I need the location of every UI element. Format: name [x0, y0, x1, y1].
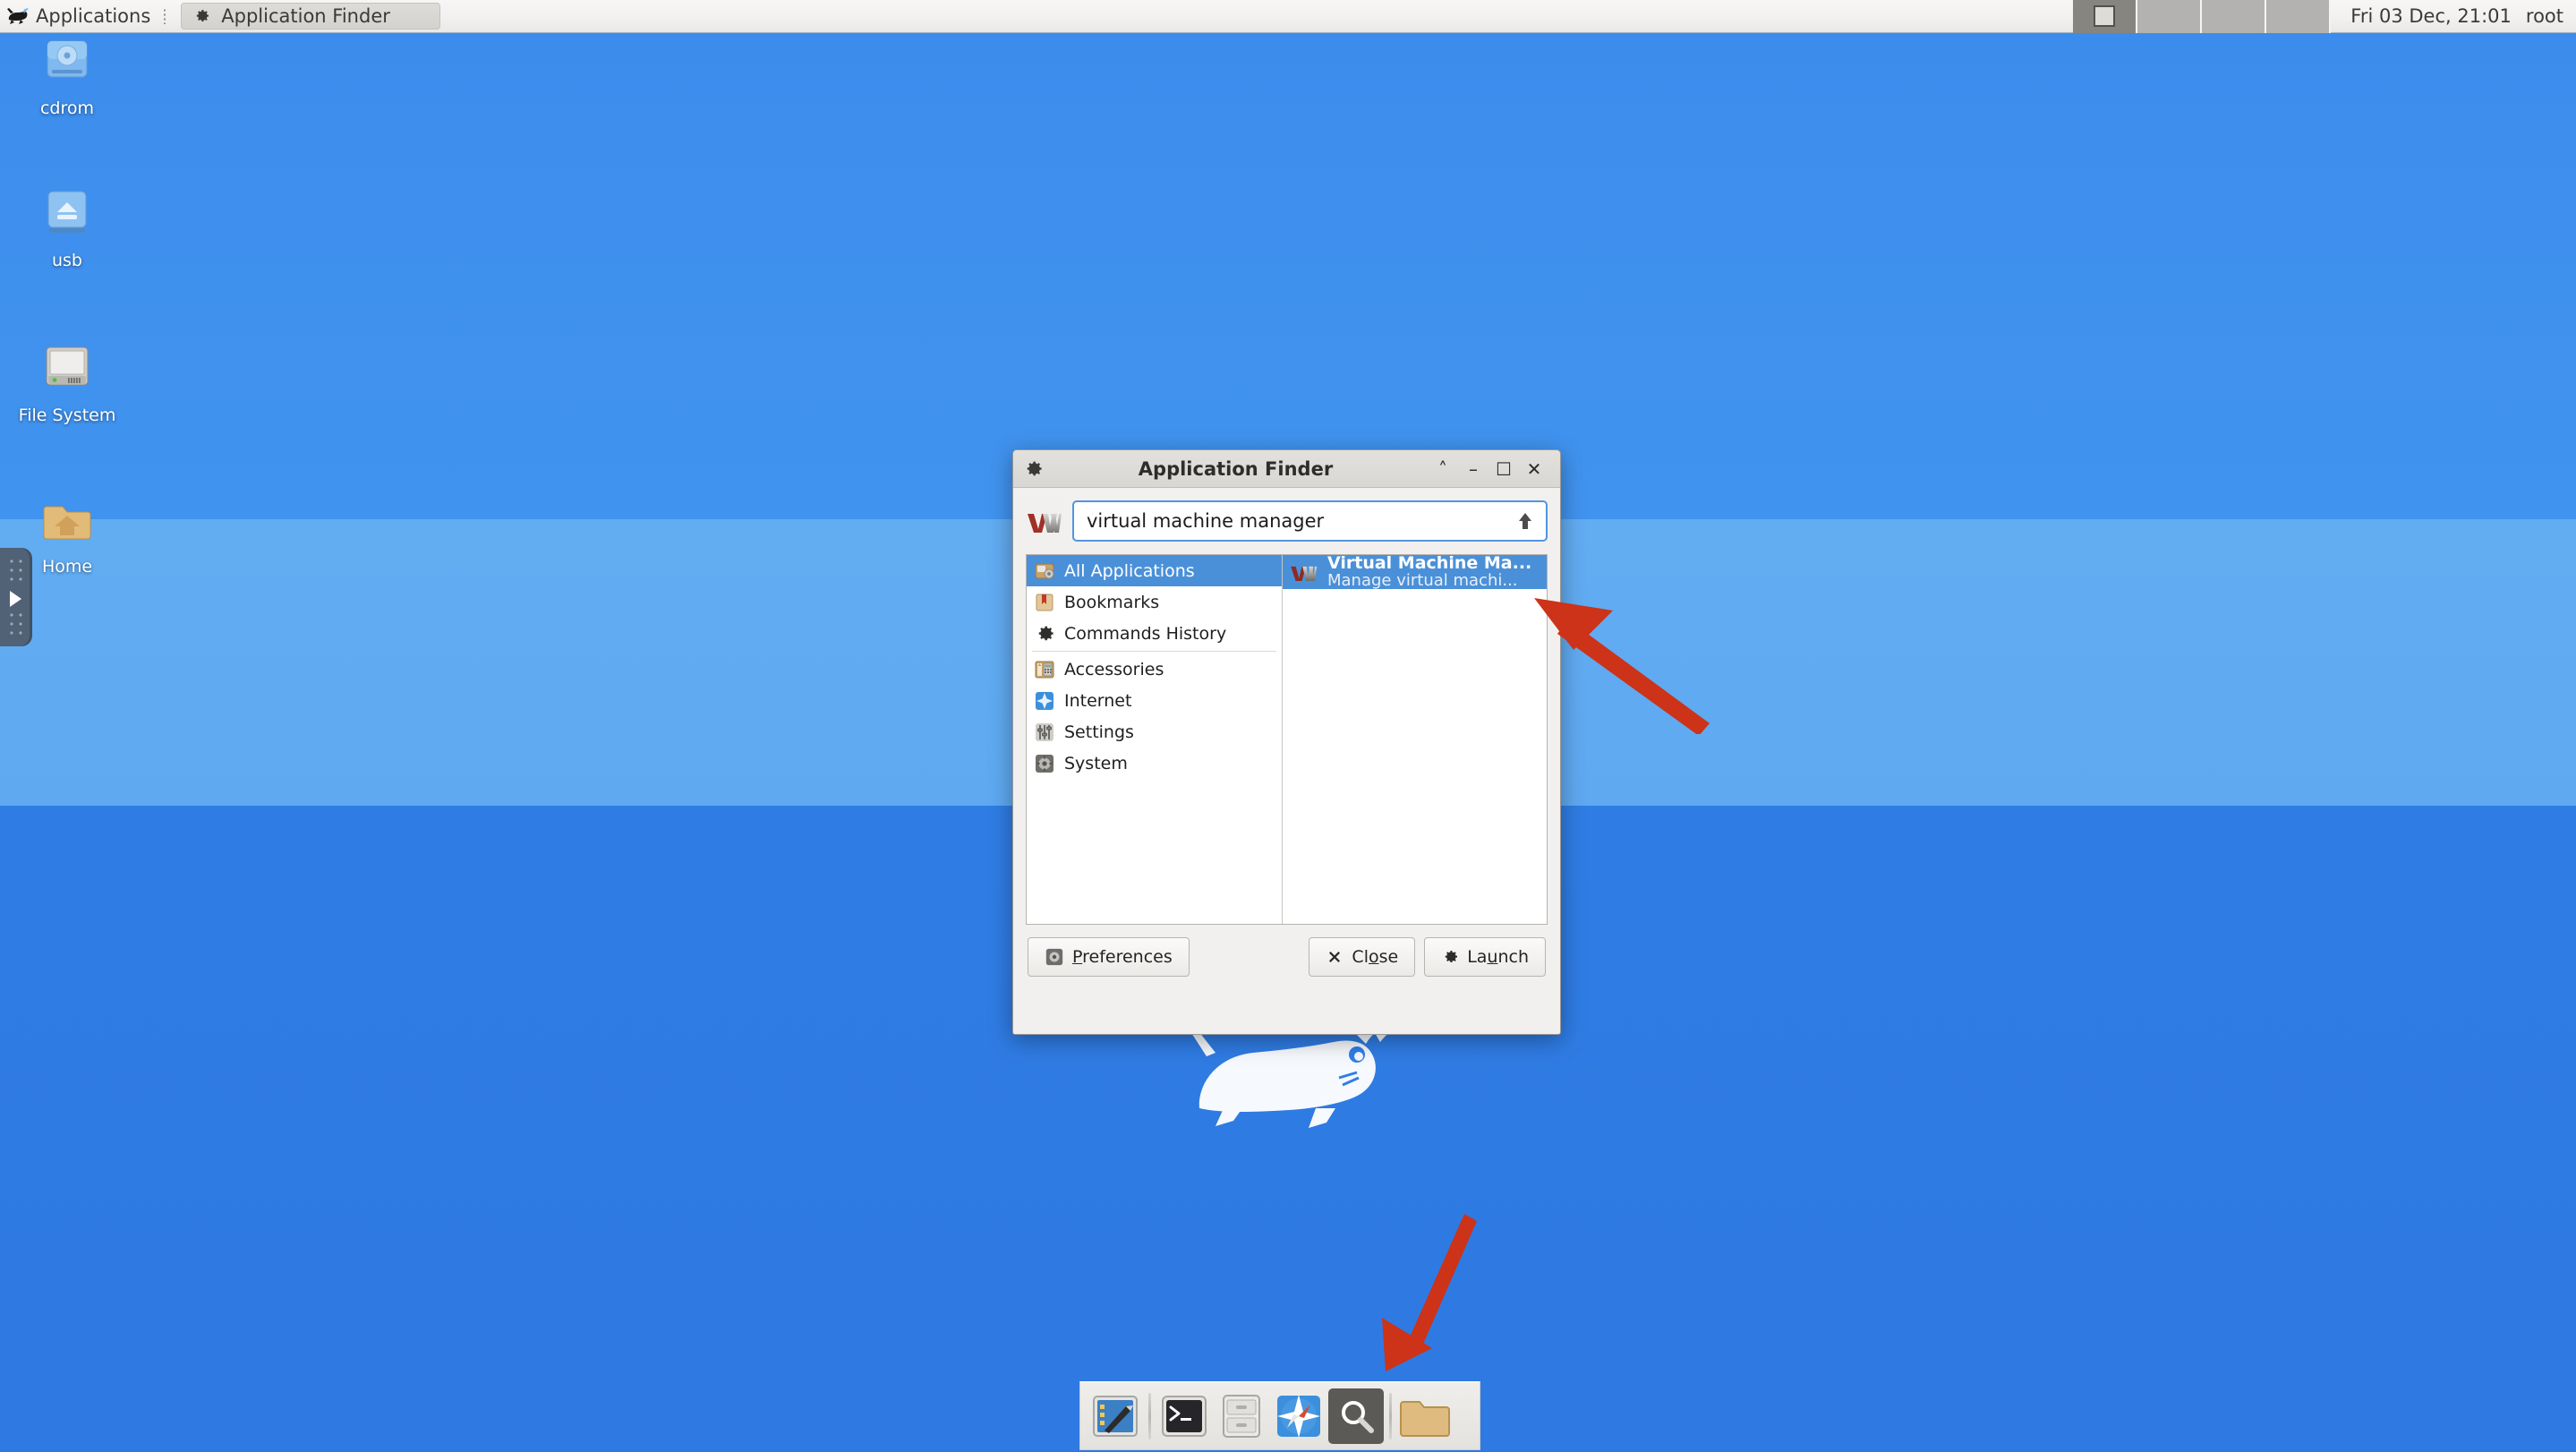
shade-button[interactable]: ˄ [1428, 457, 1458, 482]
category-label: Commands History [1064, 623, 1227, 644]
magnifier-search-icon [1342, 1400, 1374, 1433]
desktop-icon-cdrom[interactable]: cdrom [0, 36, 134, 118]
close-x-icon [1329, 952, 1341, 962]
search-row [1026, 500, 1548, 542]
preferences-icon [1045, 948, 1063, 966]
search-field[interactable] [1072, 500, 1548, 542]
dock-item-terminal[interactable] [1156, 1388, 1212, 1444]
window-body: All Applications Bookmarks Commands Hist… [1013, 488, 1560, 977]
result-list[interactable]: Virtual Machine Ma... Manage virtual mac… [1283, 552, 1547, 924]
minimize-button[interactable]: – [1458, 457, 1488, 482]
result-subtitle: Manage virtual machi... [1327, 570, 1518, 590]
result-title: Virtual Machine Ma... [1327, 552, 1532, 573]
maximize-button[interactable]: ☐ [1488, 457, 1519, 482]
virtual-machine-manager-icon [1028, 514, 1062, 533]
panel-user-indicator[interactable]: root [2526, 5, 2576, 27]
virtual-machine-manager-icon [1291, 566, 1318, 581]
result-text: Virtual Machine Ma... Manage virtual mac… [1327, 552, 1532, 590]
folder-icon [1400, 1400, 1450, 1437]
dock-separator [1389, 1392, 1392, 1439]
window-title: Application Finder [1138, 457, 1334, 480]
result-item-virtual-machine-manager[interactable]: Virtual Machine Ma... Manage virtual mac… [1283, 552, 1547, 590]
accessories-icon [1035, 661, 1054, 678]
taskbar-window-button-application-finder[interactable]: Application Finder [181, 3, 441, 30]
arrow-up-icon[interactable] [1512, 511, 1539, 531]
desktop-icon-label: usb [51, 251, 82, 270]
workspace-switcher[interactable] [2073, 0, 2332, 33]
commands-history-icon [1038, 626, 1053, 640]
text-editor-icon [1093, 1395, 1138, 1437]
taskbar-window-label: Application Finder [221, 5, 390, 27]
dock-item-text-editor[interactable] [1088, 1388, 1143, 1444]
applications-menu-label: Applications [36, 5, 151, 27]
workspace-1[interactable] [2073, 0, 2138, 33]
finder-panes: All Applications Bookmarks Commands Hist… [1026, 554, 1548, 925]
panel-grip-icon[interactable] [163, 8, 167, 24]
wallpaper-band-1 [0, 30, 2576, 192]
panel-show-handle-icon[interactable] [0, 548, 32, 646]
category-label: Bookmarks [1064, 592, 1160, 612]
system-icon [1036, 754, 1053, 773]
internet-icon [1036, 691, 1053, 710]
desktop-icon-file-system[interactable]: File System [0, 343, 134, 425]
compass-browser-icon [1277, 1394, 1320, 1438]
window-titlebar[interactable]: Application Finder ˄ – ☐ ✕ [1013, 450, 1560, 488]
close-button[interactable]: ✕ [1519, 457, 1549, 482]
launch-button[interactable]: Launch [1424, 937, 1546, 977]
workspace-3[interactable] [2202, 0, 2267, 33]
category-label: Internet [1064, 690, 1132, 711]
category-item-accessories[interactable]: Accessories [1027, 653, 1282, 685]
all-applications-icon [1035, 563, 1054, 578]
handle-dots-bottom [7, 611, 25, 637]
category-label: Settings [1064, 722, 1134, 742]
category-item-settings[interactable]: Settings [1027, 716, 1282, 747]
category-separator [1032, 651, 1276, 652]
category-item-system[interactable]: System [1027, 747, 1282, 779]
desktop-icon-label: cdrom [39, 98, 95, 118]
category-item-commands-history[interactable]: Commands History [1027, 618, 1282, 649]
applications-menu-button[interactable]: Applications [0, 0, 175, 33]
home-folder-icon [43, 506, 91, 540]
category-label: Accessories [1064, 659, 1164, 679]
category-label: System [1064, 753, 1128, 773]
desktop-icon-usb[interactable]: usb [0, 188, 134, 270]
dock-item-file-manager[interactable] [1214, 1388, 1269, 1444]
desktop-icon-label: File System [18, 406, 116, 425]
category-item-internet[interactable]: Internet [1027, 685, 1282, 716]
category-item-bookmarks[interactable]: Bookmarks [1027, 586, 1282, 618]
usb-drive-icon [47, 191, 87, 233]
workspace-2[interactable] [2137, 0, 2203, 33]
preferences-button-label: Preferences [1072, 947, 1173, 967]
gear-icon [1445, 951, 1458, 962]
gear-icon [1027, 461, 1042, 475]
application-finder-window[interactable]: Application Finder ˄ – ☐ ✕ virtual machi… [1012, 449, 1561, 1035]
handle-dots-top [7, 557, 25, 584]
panel-clock[interactable]: Fri 03 Dec, 21:01 [2331, 5, 2526, 27]
dock-separator [1148, 1392, 1151, 1439]
category-list[interactable]: All Applications Bookmarks Commands Hist… [1027, 555, 1283, 924]
workspace-4[interactable] [2266, 0, 2332, 33]
terminal-icon [1162, 1395, 1207, 1437]
harddisk-icon [46, 346, 89, 386]
file-cabinet-icon [1223, 1394, 1260, 1438]
handle-arrow-icon [10, 591, 21, 607]
dock-item-folder[interactable] [1397, 1388, 1453, 1444]
close-button[interactable]: Close [1309, 937, 1416, 977]
gear-icon [197, 10, 209, 21]
close-button-label: Close [1352, 947, 1399, 967]
dock-item-application-finder[interactable] [1328, 1388, 1384, 1444]
settings-icon [1036, 722, 1053, 741]
preferences-button[interactable]: Preferences [1028, 937, 1190, 977]
launch-button-label: Launch [1467, 947, 1529, 967]
search-input[interactable] [1087, 510, 1512, 532]
category-label: All Applications [1064, 560, 1195, 581]
cdrom-drive-icon [47, 40, 88, 78]
xfce-mouse-icon [7, 8, 29, 24]
dock-item-web-browser[interactable] [1271, 1388, 1326, 1444]
bottom-dock [1079, 1381, 1480, 1450]
category-item-all-applications[interactable]: All Applications [1027, 555, 1282, 586]
top-panel: Applications Application Finder Fri 03 D… [0, 0, 2576, 33]
bookmarks-icon [1036, 594, 1053, 611]
dialog-action-bar: Preferences Close Launch [1026, 937, 1548, 977]
